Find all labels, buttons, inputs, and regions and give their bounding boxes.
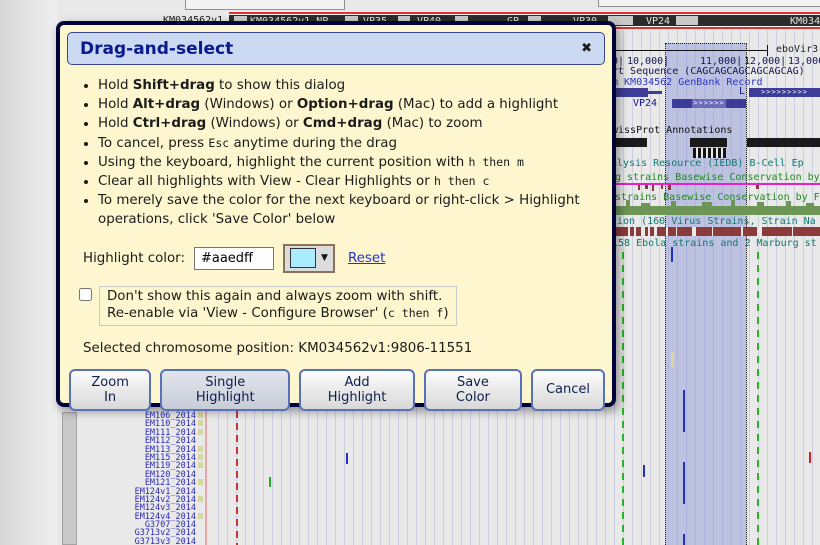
drag-and-select-dialog: Drag-and-select ✖ Hold Shift+drag to sho… — [56, 21, 616, 407]
instruction-item: Hold Alt+drag (Windows) or Option+drag (… — [98, 95, 601, 114]
dialog-title: Drag-and-select — [80, 39, 233, 59]
instruction-item: To cancel, press Esc anytime during the … — [98, 134, 601, 153]
track-label[interactable]: EM120_2014 — [70, 470, 196, 478]
screen: >>>>>>>>>>>>>>>>>>>> KM034562v1KM034562v… — [0, 0, 820, 545]
track-label[interactable]: EM115_2014 — [70, 453, 196, 461]
track-label[interactable]: EM113_2014 — [70, 445, 196, 453]
dont-show-checkbox[interactable] — [79, 288, 92, 301]
dont-show-note: Don't show this again and always zoom wi… — [99, 286, 457, 326]
color-picker-dropdown[interactable]: ▼ — [283, 244, 335, 273]
track-label[interactable]: EM106_2014 — [70, 411, 196, 419]
chevron-down-icon: ▼ — [321, 253, 328, 263]
instruction-item: Hold Ctrl+drag (Windows) or Cmd+drag (Ma… — [98, 114, 601, 133]
instruction-list: Hold Shift+drag to show this dialogHold … — [83, 76, 601, 230]
track-text: wissProt Annotations — [612, 125, 732, 136]
single-highlight-button[interactable]: Single Highlight — [160, 369, 290, 411]
track-label[interactable]: G3713v3_2014 — [70, 537, 196, 545]
track-label[interactable]: EM121_2014 — [70, 478, 196, 486]
track-text: rt Sequence (CAGCAGCAGCAGCAGCAG) — [612, 66, 805, 77]
selected-position: Selected chromosome position: KM034562v1… — [83, 341, 605, 356]
track-label[interactable]: EM124v2_2014 — [70, 495, 196, 503]
track-label[interactable]: G3707_2014 — [70, 520, 196, 528]
track-label[interactable]: G3713v2_2014 — [70, 528, 196, 536]
highlight-color-label: Highlight color: — [83, 251, 185, 266]
highlight-color-input[interactable] — [194, 247, 274, 270]
instruction-item: Clear all highlights with View - Clear H… — [98, 172, 601, 191]
dialog-titlebar[interactable]: Drag-and-select ✖ — [67, 32, 605, 65]
highlight-color-row: Highlight color: ▼ Reset — [83, 244, 605, 273]
instruction-item: Hold Shift+drag to show this dialog — [98, 76, 601, 95]
cancel-button[interactable]: Cancel — [531, 369, 605, 411]
track-label[interactable]: EM124v3_2014 — [70, 503, 196, 511]
reset-link[interactable]: Reset — [348, 251, 385, 266]
close-icon[interactable]: ✖ — [581, 41, 592, 56]
dont-show-row: Don't show this again and always zoom wi… — [79, 286, 605, 326]
zoom-in-button[interactable]: Zoom In — [69, 369, 151, 411]
track-text: g strains Basewise Conservation by — [615, 172, 820, 183]
dont-show-line1: Don't show this again and always zoom wi… — [107, 288, 449, 306]
sequence-label-column: EM106_2014EM110_2014EM111_2014EM112_2014… — [70, 411, 196, 545]
instruction-item: Using the keyboard, highlight the curren… — [98, 153, 601, 172]
track-text: 158 Ebola strains and 2 Marburg st — [612, 238, 817, 249]
instruction-item: To merely save the color for the next ke… — [98, 191, 601, 229]
track-text: strains Basewise Conservation by F — [615, 192, 820, 203]
track-label[interactable]: EM119_2014 — [70, 461, 196, 469]
track-label[interactable]: EM112_2014 — [70, 436, 196, 444]
track-text: eboVir3 — [776, 44, 818, 55]
track-label[interactable]: EM111_2014 — [70, 428, 196, 436]
dialog-buttons: Zoom In Single Highlight Add Highlight S… — [69, 369, 605, 411]
track-label[interactable]: EM124v1_2014 — [70, 487, 196, 495]
track-text: alysis Resource (IEDB) B-Cell Ep — [611, 158, 804, 169]
track-text: L — [739, 86, 745, 97]
track-text: VP24 — [646, 16, 670, 27]
track-text: tion (160 Virus Strains, Strain Na — [611, 216, 816, 227]
track-text: KM034 — [790, 16, 820, 27]
save-color-button[interactable]: Save Color — [424, 369, 522, 411]
track-label[interactable]: EM124v4_2014 — [70, 512, 196, 520]
dont-show-line2: Re-enable via 'View - Configure Browser'… — [107, 305, 449, 323]
track-text: VP24 — [633, 98, 657, 109]
color-swatch — [290, 248, 316, 268]
track-label[interactable]: EM110_2014 — [70, 419, 196, 427]
add-highlight-button[interactable]: Add Highlight — [299, 369, 415, 411]
